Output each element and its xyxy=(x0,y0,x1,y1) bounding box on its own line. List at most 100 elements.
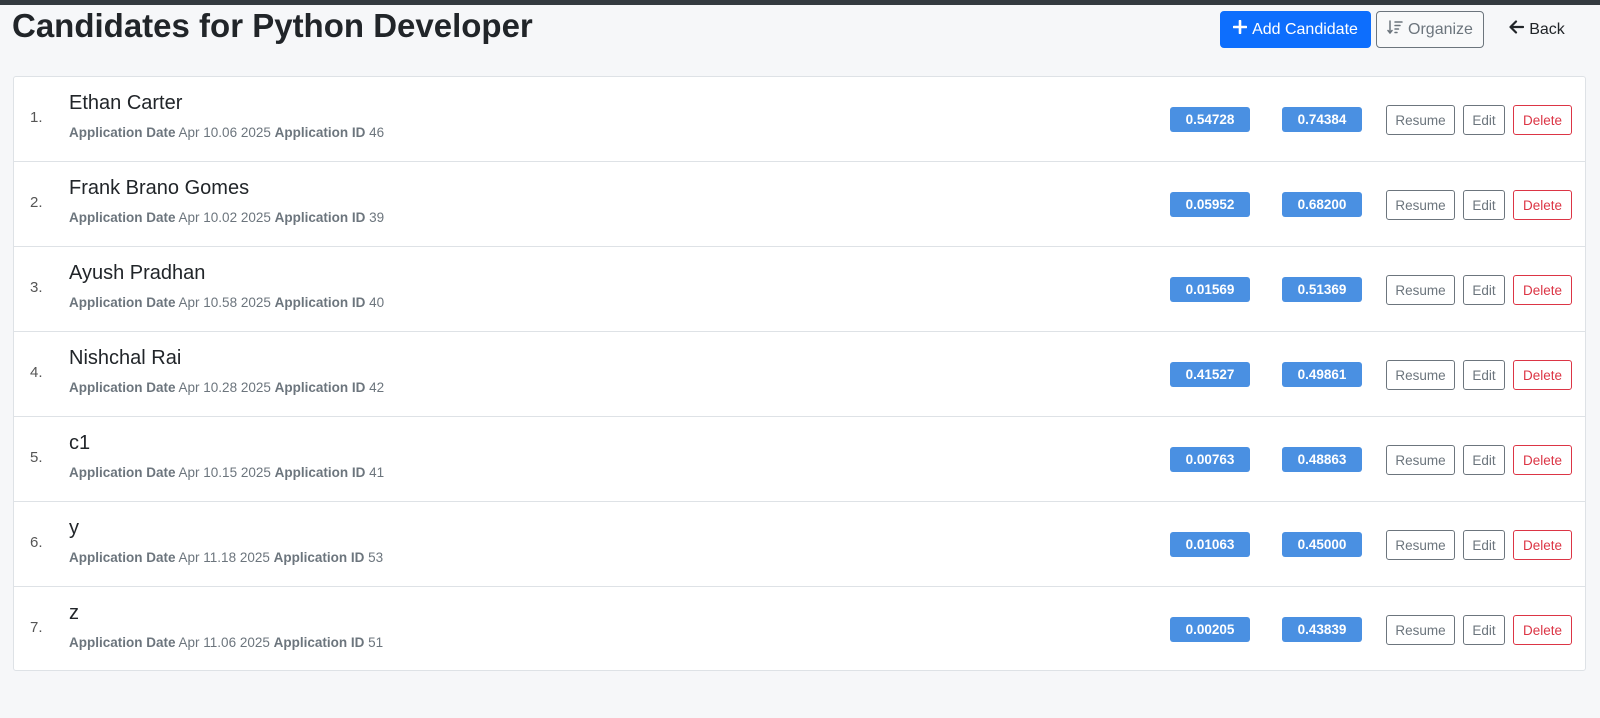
delete-button[interactable]: Delete xyxy=(1513,615,1572,645)
score-badge-1: 0.05952 xyxy=(1170,192,1250,217)
application-id-value: 51 xyxy=(368,635,384,650)
candidate-name: c1 xyxy=(69,432,91,454)
candidate-meta: Application Date Apr 10.15 2025 Applicat… xyxy=(69,465,384,480)
candidate-row: 5. c1 Application Date Apr 10.15 2025 Ap… xyxy=(14,417,1585,502)
application-id-label: Application ID xyxy=(274,295,366,310)
candidate-row: 6. y Application Date Apr 11.18 2025 App… xyxy=(14,502,1585,587)
application-id-value: 46 xyxy=(369,125,385,140)
delete-button[interactable]: Delete xyxy=(1513,275,1572,305)
edit-button[interactable]: Edit xyxy=(1463,105,1505,135)
candidate-name: Nishchal Rai xyxy=(69,347,182,369)
score-badge-1: 0.41527 xyxy=(1170,362,1250,387)
application-id-value: 41 xyxy=(369,465,385,480)
row-number: 3. xyxy=(30,279,43,296)
candidate-meta: Application Date Apr 10.28 2025 Applicat… xyxy=(69,380,384,395)
row-number: 7. xyxy=(30,619,43,636)
arrow-left-icon xyxy=(1509,20,1525,39)
row-number: 1. xyxy=(30,109,43,126)
score-badge-2: 0.68200 xyxy=(1282,192,1362,217)
application-date-value: Apr 10.02 2025 xyxy=(178,210,271,225)
resume-button[interactable]: Resume xyxy=(1386,105,1455,135)
resume-button[interactable]: Resume xyxy=(1386,360,1455,390)
candidate-name: Ayush Pradhan xyxy=(69,262,206,284)
candidate-meta: Application Date Apr 10.02 2025 Applicat… xyxy=(69,210,384,225)
application-date-value: Apr 11.18 2025 xyxy=(178,550,270,565)
edit-button[interactable]: Edit xyxy=(1463,360,1505,390)
row-number: 4. xyxy=(30,364,43,381)
application-date-label: Application Date xyxy=(69,465,176,480)
row-number: 6. xyxy=(30,534,43,551)
candidate-meta: Application Date Apr 10.58 2025 Applicat… xyxy=(69,295,384,310)
application-date-label: Application Date xyxy=(69,550,176,565)
back-label: Back xyxy=(1529,20,1565,38)
candidate-name: y xyxy=(69,517,79,539)
row-number: 5. xyxy=(30,449,43,466)
score-badge-1: 0.54728 xyxy=(1170,107,1250,132)
application-id-label: Application ID xyxy=(273,635,365,650)
add-candidate-button[interactable]: Add Candidate xyxy=(1220,11,1371,48)
application-date-value: Apr 10.15 2025 xyxy=(178,465,271,480)
application-date-value: Apr 10.06 2025 xyxy=(178,125,271,140)
candidate-meta: Application Date Apr 11.06 2025 Applicat… xyxy=(69,635,383,650)
application-id-label: Application ID xyxy=(274,380,366,395)
plus-icon xyxy=(1232,19,1248,39)
application-id-label: Application ID xyxy=(274,465,366,480)
score-badge-1: 0.01063 xyxy=(1170,532,1250,557)
edit-button[interactable]: Edit xyxy=(1463,445,1505,475)
resume-button[interactable]: Resume xyxy=(1386,615,1455,645)
sort-icon xyxy=(1387,20,1403,39)
application-date-value: Apr 10.58 2025 xyxy=(178,295,271,310)
candidates-list: 1. Ethan Carter Application Date Apr 10.… xyxy=(13,76,1586,671)
application-id-label: Application ID xyxy=(274,125,366,140)
delete-button[interactable]: Delete xyxy=(1513,105,1572,135)
edit-button[interactable]: Edit xyxy=(1463,190,1505,220)
application-date-label: Application Date xyxy=(69,380,176,395)
organize-button[interactable]: Organize xyxy=(1376,11,1484,48)
candidate-row: 3. Ayush Pradhan Application Date Apr 10… xyxy=(14,247,1585,332)
score-badge-2: 0.48863 xyxy=(1282,447,1362,472)
application-date-label: Application Date xyxy=(69,125,176,140)
application-date-value: Apr 10.28 2025 xyxy=(178,380,271,395)
resume-button[interactable]: Resume xyxy=(1386,445,1455,475)
organize-label: Organize xyxy=(1408,20,1473,38)
candidate-name: Frank Brano Gomes xyxy=(69,177,250,199)
row-number: 2. xyxy=(30,194,43,211)
resume-button[interactable]: Resume xyxy=(1386,190,1455,220)
candidate-row: 1. Ethan Carter Application Date Apr 10.… xyxy=(14,77,1585,162)
application-date-label: Application Date xyxy=(69,635,176,650)
candidate-name: Ethan Carter xyxy=(69,92,183,114)
delete-button[interactable]: Delete xyxy=(1513,360,1572,390)
score-badge-1: 0.00205 xyxy=(1170,617,1250,642)
page-title: Candidates for Python Developer xyxy=(12,7,533,44)
candidate-meta: Application Date Apr 10.06 2025 Applicat… xyxy=(69,125,384,140)
delete-button[interactable]: Delete xyxy=(1513,530,1572,560)
resume-button[interactable]: Resume xyxy=(1386,275,1455,305)
candidate-name: z xyxy=(69,602,79,624)
application-id-label: Application ID xyxy=(274,210,366,225)
application-date-label: Application Date xyxy=(69,295,176,310)
add-candidate-label: Add Candidate xyxy=(1252,20,1358,38)
application-id-value: 53 xyxy=(368,550,384,565)
application-id-value: 40 xyxy=(369,295,385,310)
application-id-label: Application ID xyxy=(273,550,365,565)
candidate-row: 4. Nishchal Rai Application Date Apr 10.… xyxy=(14,332,1585,417)
edit-button[interactable]: Edit xyxy=(1463,275,1505,305)
score-badge-2: 0.43839 xyxy=(1282,617,1362,642)
candidate-row: 7. z Application Date Apr 11.06 2025 App… xyxy=(14,587,1585,672)
back-button[interactable]: Back xyxy=(1499,11,1575,48)
edit-button[interactable]: Edit xyxy=(1463,615,1505,645)
application-date-value: Apr 11.06 2025 xyxy=(178,635,270,650)
delete-button[interactable]: Delete xyxy=(1513,190,1572,220)
score-badge-2: 0.51369 xyxy=(1282,277,1362,302)
edit-button[interactable]: Edit xyxy=(1463,530,1505,560)
application-id-value: 42 xyxy=(369,380,385,395)
candidate-row: 2. Frank Brano Gomes Application Date Ap… xyxy=(14,162,1585,247)
score-badge-2: 0.49861 xyxy=(1282,362,1362,387)
candidate-meta: Application Date Apr 11.18 2025 Applicat… xyxy=(69,550,383,565)
application-date-label: Application Date xyxy=(69,210,176,225)
resume-button[interactable]: Resume xyxy=(1386,530,1455,560)
score-badge-1: 0.00763 xyxy=(1170,447,1250,472)
score-badge-2: 0.74384 xyxy=(1282,107,1362,132)
delete-button[interactable]: Delete xyxy=(1513,445,1572,475)
score-badge-2: 0.45000 xyxy=(1282,532,1362,557)
